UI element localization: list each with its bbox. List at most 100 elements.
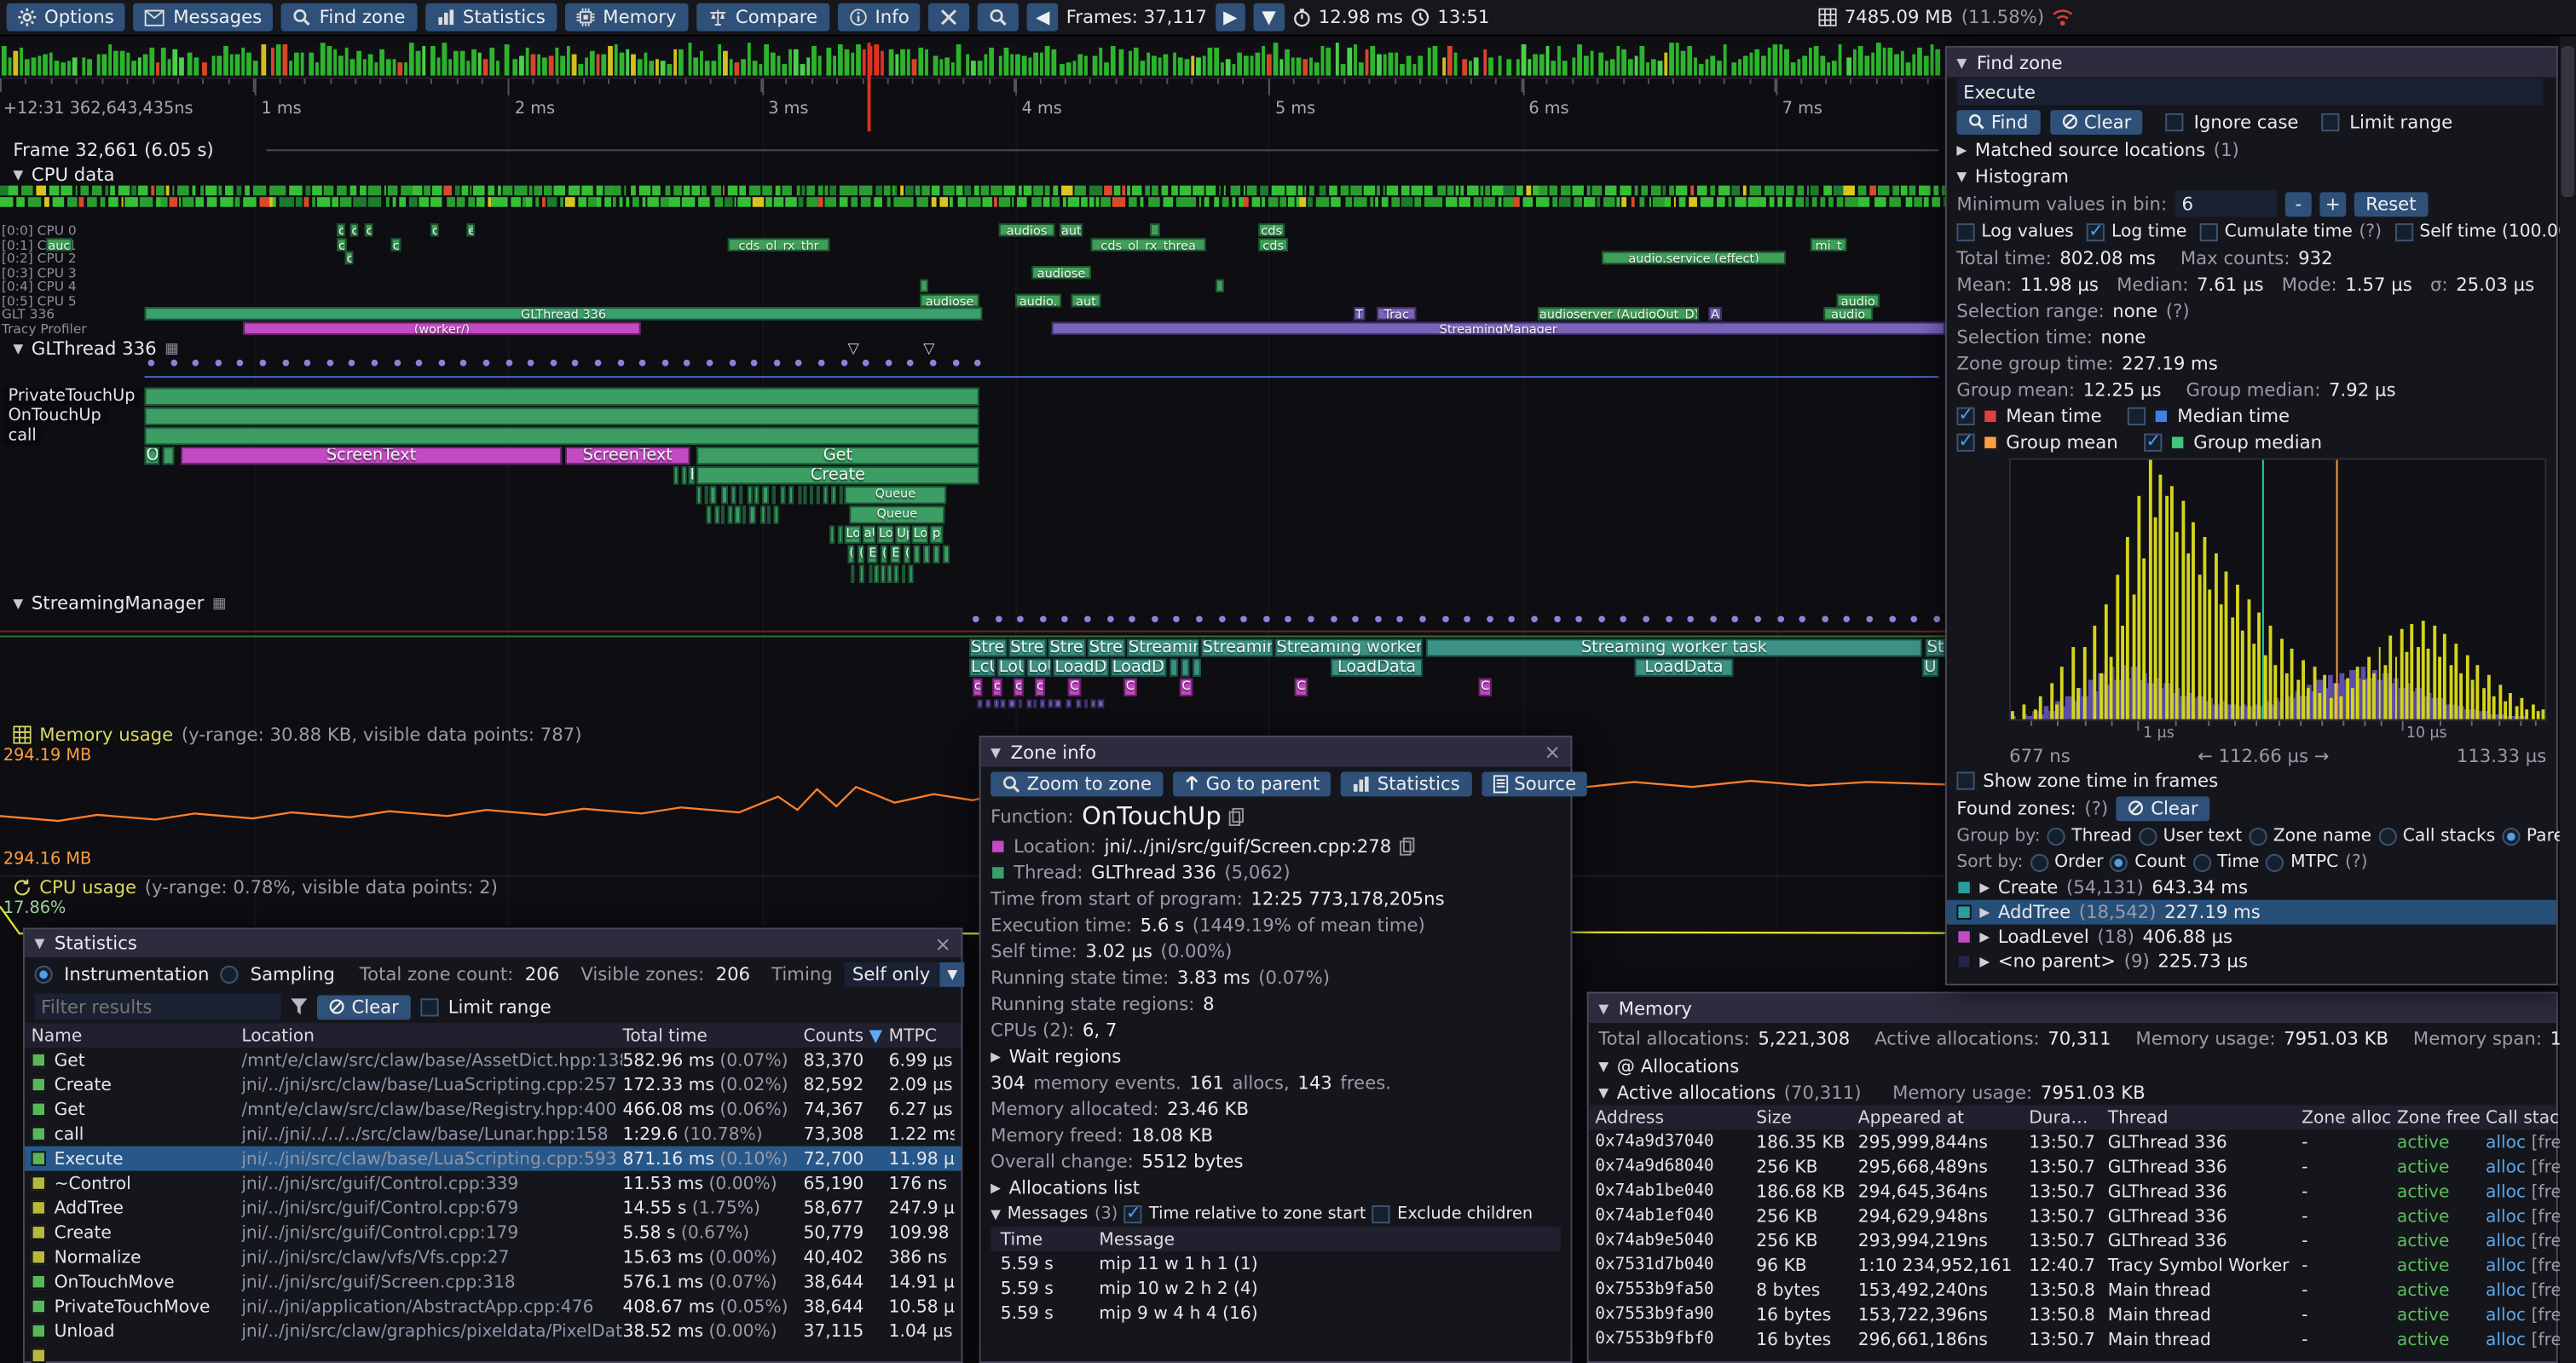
frame-bar-segment[interactable] — [1046, 46, 1050, 76]
frame-bar-segment[interactable] — [549, 55, 553, 76]
frame-bar-segment[interactable] — [102, 54, 107, 76]
frame-bar-segment[interactable] — [1578, 44, 1582, 76]
frame-bar-segment[interactable] — [543, 58, 547, 76]
toolbar-button-find-zone[interactable]: Find zone — [281, 3, 417, 32]
hint-icon[interactable]: (?) — [2359, 222, 2382, 241]
zone[interactable]: C — [1295, 679, 1308, 696]
frame-bar-segment[interactable] — [430, 47, 435, 76]
location-value[interactable]: jni/../jni/src/guif/Screen.cpp:278 — [1105, 835, 1392, 857]
message-dot[interactable] — [1240, 615, 1247, 622]
frame-bar-segment[interactable] — [895, 55, 899, 76]
section-thread-streamingmanager[interactable]: ▼StreamingManager▦ StreaStreaStreaStreaS… — [0, 592, 1945, 723]
frame-bar-segment[interactable] — [1060, 64, 1065, 76]
toolbar-button-zoom[interactable] — [979, 3, 1019, 32]
frame-bar-segment[interactable] — [706, 61, 710, 76]
zone[interactable]: Streaming worker task — [1426, 638, 1922, 656]
frame-bar-segment[interactable] — [1924, 55, 1928, 76]
frame-bar-segment[interactable] — [990, 47, 994, 75]
zone[interactable] — [923, 546, 930, 563]
zone[interactable] — [739, 486, 743, 504]
frame-bar-segment[interactable] — [1152, 55, 1156, 76]
zone[interactable]: Loi — [877, 525, 893, 543]
zone[interactable]: c — [337, 237, 347, 250]
zone[interactable]: auc — [46, 237, 72, 250]
frame-bar-segment[interactable] — [1533, 54, 1538, 76]
zone[interactable] — [788, 486, 794, 504]
message-dot[interactable] — [147, 360, 154, 367]
frame-bar-segment[interactable] — [1551, 61, 1556, 75]
zone[interactable] — [985, 700, 991, 708]
frame-bar-segment[interactable] — [1826, 63, 1830, 76]
filter-input[interactable] — [34, 994, 280, 1020]
wait-regions-toggle[interactable]: Wait regions — [1009, 1045, 1122, 1066]
message-dot[interactable] — [215, 360, 222, 367]
table-row[interactable]: OnTouchMovejni/../jni/src/guif/Screen.cp… — [25, 1269, 962, 1294]
frame-bar-segment[interactable] — [49, 54, 53, 76]
close-icon[interactable]: × — [935, 932, 951, 955]
frame-bar-segment[interactable] — [1590, 51, 1594, 75]
collapse-triangle-icon[interactable]: ▼ — [1598, 1084, 1609, 1099]
message-dot[interactable] — [684, 360, 691, 367]
zone[interactable]: c — [1014, 679, 1024, 696]
message-dot[interactable] — [1308, 615, 1314, 622]
zone[interactable]: c — [992, 679, 1002, 696]
frame-bar-segment[interactable] — [1463, 60, 1467, 76]
frame-bar-segment[interactable] — [1563, 61, 1568, 75]
frame-bar-segment[interactable] — [1365, 49, 1369, 76]
frame-bar-segment[interactable] — [673, 49, 677, 75]
message-dot[interactable] — [773, 360, 780, 367]
zone[interactable]: audiose — [920, 293, 979, 306]
frame-bar-segment[interactable] — [1598, 53, 1603, 75]
frame-bar-segment[interactable] — [327, 46, 332, 75]
frame-bar-segment[interactable] — [1803, 55, 1807, 75]
frame-bar-segment[interactable] — [1111, 45, 1115, 75]
message-dot[interactable] — [394, 360, 401, 367]
frame-bar-segment[interactable] — [1146, 53, 1150, 76]
frame-bar-segment[interactable] — [1838, 44, 1842, 76]
message-dot[interactable] — [1710, 615, 1717, 622]
active-allocations-toggle[interactable]: Active allocations — [1617, 1082, 1776, 1103]
frame-bar-segment[interactable] — [315, 62, 320, 76]
message-dot[interactable] — [170, 360, 177, 367]
frame-bar-segment[interactable] — [1809, 48, 1813, 75]
table-row[interactable]: calljni/../jni/../../../src/claw/base/Lu… — [25, 1122, 962, 1146]
zone-info-button-zoom-to-zone[interactable]: Zoom to zone — [991, 771, 1163, 795]
frame-bar-segment[interactable] — [454, 50, 459, 75]
frame-bar-segment[interactable] — [1610, 60, 1614, 76]
zone[interactable]: LoadData — [1331, 659, 1423, 677]
frame-bar-segment[interactable] — [386, 59, 390, 76]
column-header-zone-alloc[interactable]: Zone alloc — [2302, 1107, 2397, 1127]
zone[interactable] — [721, 486, 727, 504]
message-dot[interactable] — [237, 360, 244, 367]
zone[interactable] — [711, 486, 717, 504]
frame-bar-segment[interactable] — [1291, 57, 1295, 76]
zone[interactable] — [858, 565, 864, 583]
frame-bar-segment[interactable] — [1557, 45, 1562, 75]
zone[interactable]: cds — [1258, 237, 1288, 250]
frame-bar-segment[interactable] — [1347, 47, 1351, 76]
message-dot[interactable] — [1464, 615, 1471, 622]
frame-bar-segment[interactable] — [55, 60, 59, 75]
expand-triangle-icon[interactable]: ▶ — [1979, 905, 1990, 920]
frame-bar-segment[interactable] — [1814, 46, 1818, 75]
frame-bar-segment[interactable] — [531, 55, 535, 76]
frame-bar-segment[interactable] — [161, 48, 165, 76]
zone[interactable]: ( — [904, 546, 910, 563]
zone[interactable] — [875, 565, 879, 583]
frame-bar-segment[interactable] — [356, 51, 361, 75]
message-dot[interactable] — [639, 360, 646, 367]
frame-bar-segment[interactable] — [294, 53, 298, 76]
zone[interactable]: ( — [858, 546, 864, 563]
frame-bar-segment[interactable] — [1010, 55, 1014, 76]
find-zone-titlebar[interactable]: ▼ Find zone — [1947, 48, 2556, 78]
frame-bar-segment[interactable] — [14, 50, 18, 76]
frame-bar-segment[interactable] — [614, 45, 618, 76]
table-row[interactable]: Get/mnt/e/claw/src/claw/base/Registry.hp… — [25, 1097, 962, 1122]
zone[interactable]: c — [1035, 679, 1045, 696]
table-row[interactable]: 0x74a9d37040186.35 KB295,999,844ns13:50.… — [1589, 1129, 2556, 1154]
frame-bar-segment[interactable] — [759, 64, 763, 76]
legend-checkbox-group-median[interactable] — [2144, 433, 2162, 451]
frame-bar-segment[interactable] — [1389, 53, 1393, 76]
frame-bar-segment[interactable] — [945, 58, 950, 76]
zone[interactable]: LoadData — [1635, 659, 1734, 677]
